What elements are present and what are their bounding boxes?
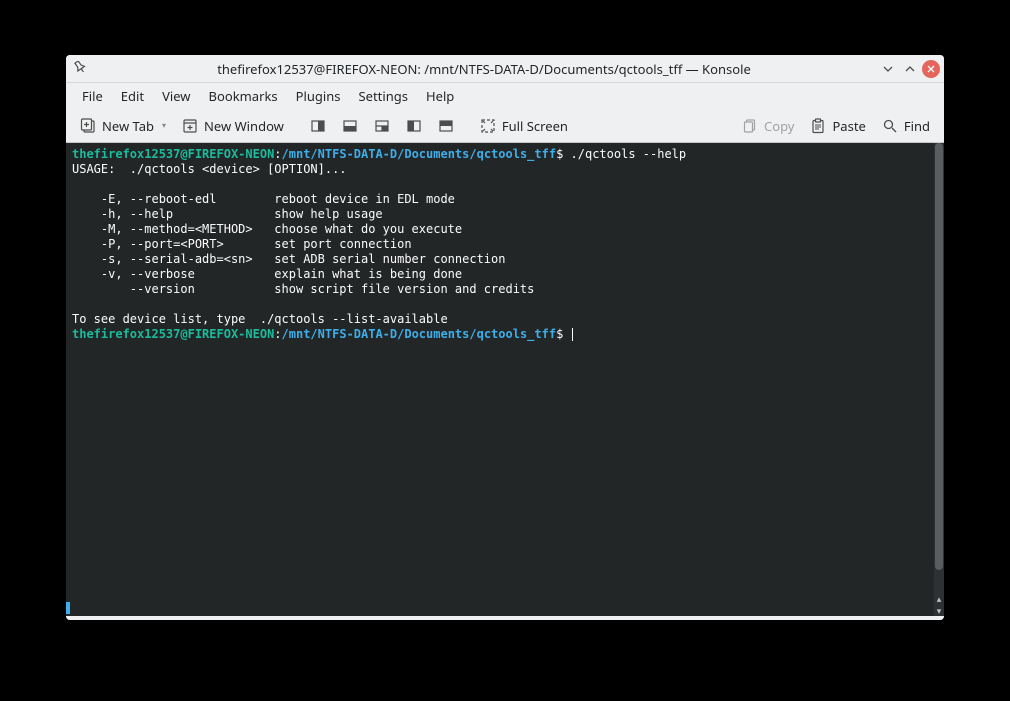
new-window-icon (182, 118, 198, 134)
copy-button[interactable]: Copy (736, 113, 800, 139)
konsole-window: thefirefox12537@FIREFOX-NEON: /mnt/NTFS-… (66, 55, 944, 620)
split-top-icon (438, 118, 454, 134)
toolbar: New Tab ▾ New Window (66, 109, 944, 143)
split-bottom-button[interactable] (336, 114, 364, 138)
scrollbar-thumb[interactable] (935, 143, 943, 570)
terminal-area: thefirefox12537@FIREFOX-NEON:/mnt/NTFS-D… (66, 143, 944, 616)
menu-settings[interactable]: Settings (351, 84, 416, 108)
split-left-icon (406, 118, 422, 134)
menu-file[interactable]: File (74, 84, 111, 108)
copy-label: Copy (764, 117, 794, 135)
menubar: File Edit View Bookmarks Plugins Setting… (66, 83, 944, 109)
fullscreen-icon (480, 118, 496, 134)
scrollbar[interactable]: ▴ ▾ (934, 143, 944, 616)
titlebar: thefirefox12537@FIREFOX-NEON: /mnt/NTFS-… (66, 55, 944, 83)
maximize-button[interactable] (900, 59, 920, 79)
split-bottom-icon (342, 118, 358, 134)
split-right-icon (310, 118, 326, 134)
window-bottom-border (66, 616, 944, 620)
chevron-down-icon[interactable]: ▾ (162, 120, 166, 131)
scrollbar-up-icon[interactable]: ▴ (934, 592, 944, 604)
prompt-sep: : (274, 147, 281, 161)
prompt-user-2: thefirefox12537@FIREFOX-NEON (72, 327, 274, 341)
new-window-label: New Window (204, 117, 284, 135)
menu-edit[interactable]: Edit (113, 84, 152, 108)
prompt-sep-2: : (274, 327, 281, 341)
minimize-button[interactable] (878, 59, 898, 79)
menu-bookmarks[interactable]: Bookmarks (201, 84, 286, 108)
prompt-path: /mnt/NTFS-DATA-D/Documents/qctools_tff (282, 147, 557, 161)
terminal-output: USAGE: ./qctools <device> [OPTION]... -E… (72, 162, 534, 326)
scrollbar-track[interactable] (934, 143, 944, 592)
new-window-button[interactable]: New Window (176, 113, 290, 139)
copy-icon (742, 118, 758, 134)
full-screen-button[interactable]: Full Screen (474, 113, 574, 139)
paste-button[interactable]: Paste (804, 113, 871, 139)
new-tab-button[interactable]: New Tab ▾ (74, 113, 172, 139)
find-label: Find (904, 117, 930, 135)
prompt-path-2: /mnt/NTFS-DATA-D/Documents/qctools_tff (282, 327, 557, 341)
find-button[interactable]: Find (876, 113, 936, 139)
menu-view[interactable]: View (154, 84, 198, 108)
paste-icon (810, 118, 826, 134)
split-right-button[interactable] (304, 114, 332, 138)
cursor (572, 328, 573, 341)
activity-indicator (66, 602, 70, 614)
pin-icon[interactable] (70, 59, 90, 78)
menu-help[interactable]: Help (418, 84, 462, 108)
new-tab-label: New Tab (102, 117, 154, 135)
full-screen-label: Full Screen (502, 117, 568, 135)
prompt-tail-2: $ (556, 327, 570, 341)
terminal[interactable]: thefirefox12537@FIREFOX-NEON:/mnt/NTFS-D… (66, 143, 934, 616)
search-icon (882, 118, 898, 134)
split-top-button[interactable] (432, 114, 460, 138)
menu-plugins[interactable]: Plugins (288, 84, 349, 108)
new-tab-icon (80, 118, 96, 134)
prompt-user: thefirefox12537@FIREFOX-NEON (72, 147, 274, 161)
prompt-command: $ ./qctools --help (556, 147, 686, 161)
window-controls (878, 59, 940, 79)
split-auto-icon (374, 118, 390, 134)
paste-label: Paste (832, 117, 865, 135)
scrollbar-down-icon[interactable]: ▾ (934, 604, 944, 616)
window-title: thefirefox12537@FIREFOX-NEON: /mnt/NTFS-… (90, 60, 878, 78)
split-auto-button[interactable] (368, 114, 396, 138)
split-left-button[interactable] (400, 114, 428, 138)
close-button[interactable] (922, 60, 940, 78)
